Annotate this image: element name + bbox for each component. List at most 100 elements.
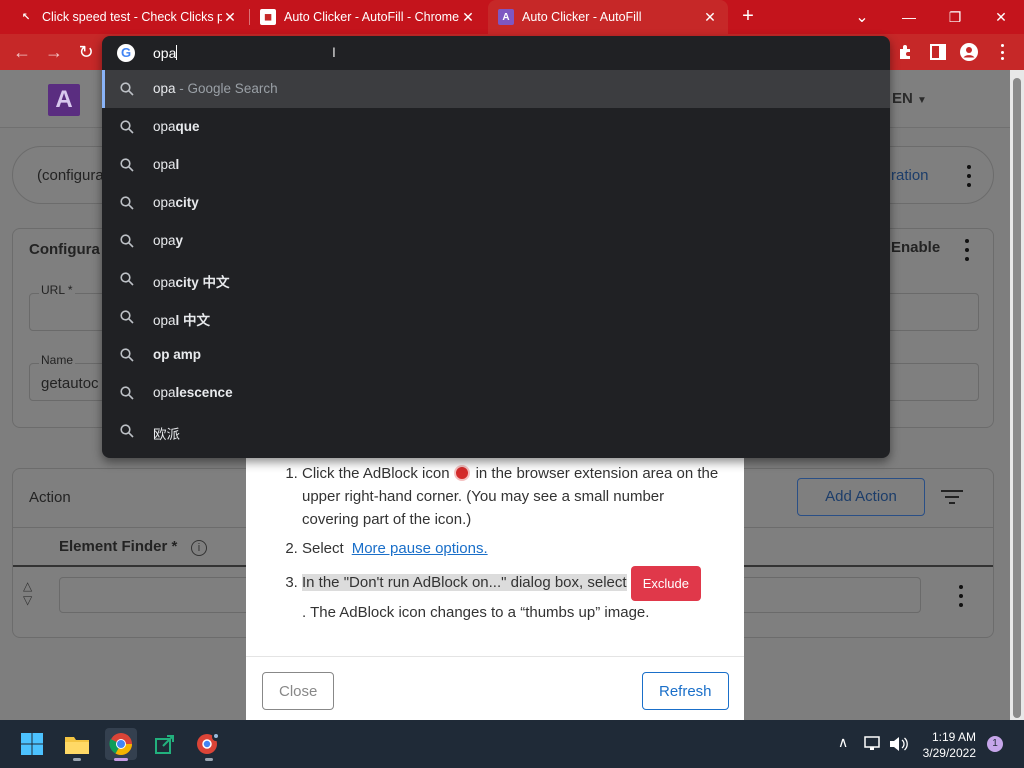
search-icon (120, 82, 134, 96)
profile-avatar-icon[interactable] (959, 42, 979, 62)
suggestion-text: opal (153, 157, 179, 172)
completion-part: city (175, 195, 199, 210)
row-menu-icon[interactable] (958, 585, 964, 607)
suggestion-text: opal 中文 (153, 309, 210, 329)
tab-auto-clicker-active[interactable]: A Auto Clicker - AutoFill ✕ (488, 0, 728, 34)
typed-part: opa (153, 385, 176, 400)
omnibox-suggestion[interactable]: opay (102, 222, 890, 260)
suggestion-text: opaque (153, 119, 200, 134)
configuration-menu-icon[interactable] (966, 165, 972, 187)
reload-icon[interactable]: ↻ (74, 40, 98, 64)
completion-part: y (175, 233, 184, 248)
suggestion-text: opa - Google Search (153, 81, 278, 96)
back-arrow-icon[interactable]: ← (10, 40, 34, 64)
windows-logo-icon (21, 733, 43, 755)
suggestion-text: opacity 中文 (153, 271, 230, 291)
element-finder-header: Element Finder * (59, 538, 178, 555)
running-indicator (73, 758, 81, 761)
configuration-select[interactable]: (configura (37, 167, 104, 184)
omnibox-suggestion[interactable]: opaque (102, 108, 890, 146)
typed-part: 欧派 (153, 427, 180, 442)
config-card-menu-icon[interactable] (964, 239, 970, 261)
info-icon[interactable]: i (191, 540, 207, 556)
new-tab-button[interactable]: + (736, 5, 760, 29)
omnibox-suggestion[interactable]: opacity 中文 (102, 260, 890, 298)
close-tab-icon[interactable]: ✕ (460, 9, 476, 26)
close-button[interactable]: Close (262, 672, 335, 710)
chrome-profile-taskbar-button[interactable] (193, 728, 225, 761)
completion-part: lescence (175, 385, 233, 400)
omnibox-suggestion[interactable]: opal 中文 (102, 298, 890, 336)
omnibox-suggestion[interactable]: opal (102, 146, 890, 184)
instruction-step-2: Select More pause options. (302, 537, 722, 560)
text-caret (176, 45, 178, 60)
typed-part: opa (153, 195, 176, 210)
more-pause-options-link[interactable]: More pause options. (352, 540, 488, 557)
search-icon (120, 424, 134, 438)
running-indicator (205, 758, 213, 761)
clock[interactable]: 1:19 AM 3/29/2022 (910, 730, 976, 760)
adblock-help-dialog: Click the AdBlock iconin the browser ext… (246, 458, 744, 720)
app-taskbar-button[interactable] (149, 728, 181, 760)
omnibox-suggestion[interactable]: opalescence (102, 374, 890, 412)
notification-badge[interactable]: 1 (987, 736, 1003, 752)
add-action-button[interactable]: Add Action (797, 478, 925, 516)
refresh-button[interactable]: Refresh (642, 672, 729, 710)
name-label: Name (39, 353, 76, 367)
omnibox-suggestion[interactable]: op amp (102, 336, 890, 374)
name-value: getautoc (41, 375, 99, 392)
omnibox-dropdown: G opa I opa - Google Search opaque opal opa… (102, 36, 890, 458)
green-app-icon (155, 735, 174, 754)
typed-part: opa (153, 313, 176, 328)
close-window-button[interactable]: ✕ (977, 0, 1024, 34)
google-icon: G (117, 44, 135, 62)
page-scrollbar[interactable] (1010, 70, 1024, 720)
minimize-button[interactable]: — (885, 0, 933, 34)
search-icon (120, 234, 134, 248)
filter-icon[interactable] (941, 489, 963, 505)
completion-part: city 中文 (175, 275, 230, 290)
tab-title: Auto Clicker - AutoFill (522, 10, 642, 24)
close-tab-icon[interactable]: ✕ (702, 9, 718, 26)
omnibox-suggestion[interactable]: 欧派 (102, 412, 890, 450)
restore-button[interactable]: ❐ (931, 0, 979, 34)
date-text: 3/29/2022 (922, 746, 976, 760)
tab-auto-clicker-store[interactable]: ◼ Auto Clicker - AutoFill - Chrome ✕ (250, 0, 486, 34)
suggestion-text: op amp (153, 347, 201, 362)
file-explorer-button[interactable] (61, 728, 93, 761)
chrome-profile-icon (197, 733, 220, 754)
completion-part: l 中文 (175, 313, 211, 328)
exclude-button: Exclude (630, 566, 701, 601)
address-input-text[interactable]: opa (153, 45, 178, 61)
omnibox-suggestion[interactable]: opacity (102, 184, 890, 222)
close-tab-icon[interactable]: ✕ (222, 9, 238, 26)
network-icon[interactable] (864, 736, 882, 752)
chrome-menu-icon[interactable] (999, 44, 1005, 60)
completion-part: que (175, 119, 200, 134)
enable-label: Enable (891, 239, 941, 256)
suggestion-text: opacity (153, 195, 199, 210)
windows-start-button[interactable] (16, 728, 48, 760)
tab-title: Click speed test - Check Clicks pe (42, 10, 222, 24)
suggestion-text: opalescence (153, 385, 233, 400)
extensions-puzzle-icon[interactable] (896, 42, 916, 62)
forward-arrow-icon[interactable]: → (42, 40, 66, 64)
reorder-arrows-icon[interactable]: △ ▽ (23, 579, 32, 607)
active-indicator (114, 758, 128, 761)
scrollbar-thumb[interactable] (1013, 78, 1021, 718)
action-title: Action (29, 489, 71, 506)
omnibox-suggestion[interactable]: opa - Google Search (102, 70, 890, 108)
tab-click-speed-test[interactable]: ↖ Click speed test - Check Clicks pe ✕ (8, 0, 248, 34)
volume-icon[interactable] (888, 735, 908, 753)
typed-part: opa (153, 119, 176, 134)
time-text: 1:19 AM (931, 730, 976, 744)
address-bar[interactable]: G opa I (102, 36, 890, 70)
chrome-taskbar-button[interactable] (105, 728, 137, 761)
web-store-favicon-icon: ◼ (260, 9, 276, 25)
tab-search-button[interactable]: ⌄ (838, 0, 886, 34)
language-selector[interactable]: EN ▼ (892, 90, 927, 107)
side-panel-icon[interactable] (928, 42, 948, 62)
configuration-link[interactable]: ration (891, 167, 929, 184)
show-hidden-icons-button[interactable]: ∧ (838, 734, 848, 751)
search-icon (120, 120, 134, 134)
